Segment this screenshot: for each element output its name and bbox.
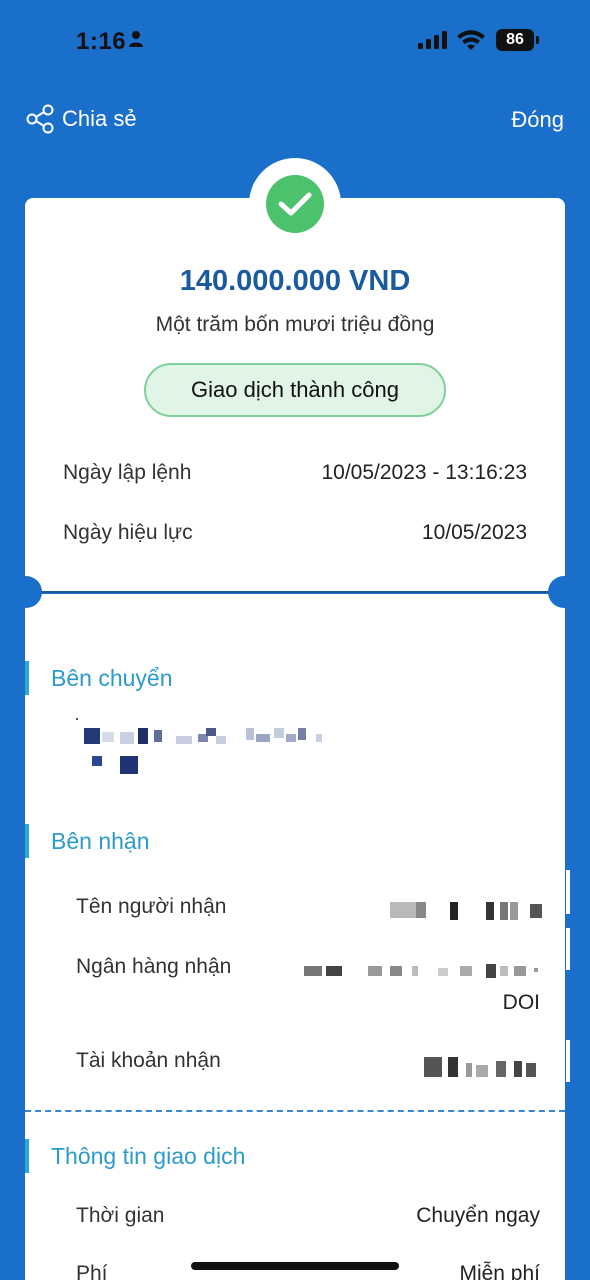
effective-date-label: Ngày hiệu lực	[63, 521, 193, 544]
account-number-redacted	[420, 1055, 540, 1079]
row-edge	[566, 928, 570, 970]
section-receiver-title: Bên nhận	[25, 824, 149, 858]
section-transaction-title: Thông tin giao dịch	[25, 1139, 245, 1173]
section-divider	[25, 1110, 565, 1112]
success-badge	[266, 175, 324, 233]
card-notch-left	[10, 576, 42, 608]
card-notch-right	[548, 576, 580, 608]
close-button[interactable]: Đóng	[511, 107, 564, 133]
section-sender-title: Bên chuyển	[25, 661, 172, 695]
fee-value: Miễn phí	[459, 1262, 540, 1280]
account-label: Tài khoản nhận	[76, 1049, 221, 1072]
battery-indicator: 86	[496, 29, 534, 51]
status-badge: Giao dịch thành công	[144, 363, 446, 417]
card-divider	[25, 591, 565, 593]
effective-date-value: 10/05/2023	[421, 521, 527, 544]
status-time: 1:16	[76, 28, 127, 55]
status-bar: 1:16 86	[0, 0, 590, 80]
transfer-amount: 140.000.000 VND	[179, 265, 411, 297]
bank-name-suffix: DOI	[502, 991, 540, 1014]
recipient-name-label: Tên người nhận	[76, 895, 227, 918]
order-date-label: Ngày lập lệnh	[63, 461, 192, 484]
transfer-time-label: Thời gian	[76, 1204, 165, 1227]
sender-info-redacted	[76, 716, 326, 774]
share-icon	[26, 104, 54, 134]
share-button[interactable]: Chia sẻ	[26, 104, 137, 134]
signal-icon	[418, 31, 447, 49]
wifi-icon	[457, 30, 485, 50]
share-label: Chia sẻ	[62, 106, 137, 131]
amount-in-words: Một trăm bốn mươi triệu đồng	[155, 313, 435, 336]
fee-label: Phí	[76, 1262, 108, 1280]
recipient-name-redacted	[390, 900, 550, 922]
battery-cap	[536, 36, 539, 44]
check-icon	[278, 192, 312, 216]
row-edge	[566, 1040, 570, 1082]
person-icon	[129, 31, 143, 47]
bank-name-redacted	[300, 960, 540, 982]
order-date-value: 10/05/2023 - 13:16:23	[321, 461, 527, 484]
bank-label: Ngân hàng nhận	[76, 955, 232, 978]
receipt-details-card	[25, 594, 565, 1280]
home-indicator[interactable]	[191, 1262, 399, 1270]
transfer-time-value: Chuyển ngay	[416, 1204, 540, 1227]
row-edge	[566, 870, 570, 914]
